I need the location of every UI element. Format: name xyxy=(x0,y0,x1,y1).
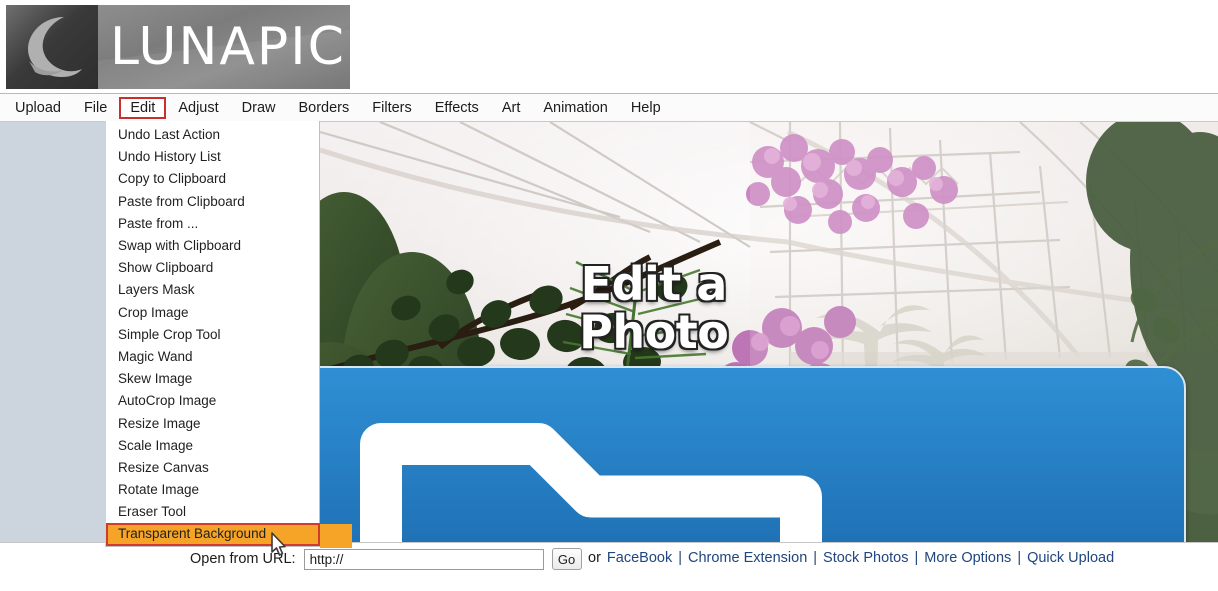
site-header: LUNAPIC xyxy=(0,0,1218,93)
main-menubar: Upload File Edit Adjust Draw Borders Fil… xyxy=(0,93,1218,122)
link-more-options[interactable]: More Options xyxy=(924,550,1011,566)
menu-item-resize-canvas[interactable]: Resize Canvas xyxy=(106,457,319,479)
menu-item-undo-history-list[interactable]: Undo History List xyxy=(106,146,319,168)
folder-icon xyxy=(359,423,822,542)
menu-item-paste-from-clipboard[interactable]: Paste from Clipboard xyxy=(106,191,319,213)
hero-banner: Edit a Photo Upload xyxy=(320,122,1218,542)
menu-item-eraser-tool[interactable]: Eraser Tool xyxy=(106,501,319,523)
menu-item-rotate-image[interactable]: Rotate Image xyxy=(106,479,319,501)
link-separator-2: | xyxy=(813,550,818,566)
menu-filters[interactable]: Filters xyxy=(361,97,422,119)
menu-art[interactable]: Art xyxy=(491,97,532,119)
link-separator-1: | xyxy=(678,550,682,566)
or-label: or xyxy=(588,550,601,566)
menu-item-crop-image[interactable]: Crop Image xyxy=(106,302,319,324)
menu-item-simple-crop-tool[interactable]: Simple Crop Tool xyxy=(106,324,319,346)
logo-text: LUNAPIC xyxy=(110,17,346,77)
menu-help[interactable]: Help xyxy=(620,97,672,119)
menu-item-resize-image[interactable]: Resize Image xyxy=(106,412,319,434)
crescent-moon-icon xyxy=(28,17,82,77)
open-from-url-row: Open from URL: Go xyxy=(190,548,582,570)
menu-item-show-clipboard[interactable]: Show Clipboard xyxy=(106,257,319,279)
url-input[interactable] xyxy=(303,548,544,570)
go-button[interactable]: Go xyxy=(551,548,582,570)
menu-upload[interactable]: Upload xyxy=(4,97,72,119)
menu-effects[interactable]: Effects xyxy=(424,97,490,119)
link-quick-upload[interactable]: Quick Upload xyxy=(1027,550,1114,566)
menu-item-paste-from[interactable]: Paste from ... xyxy=(106,213,319,235)
link-chrome-extension[interactable]: Chrome Extension xyxy=(688,550,807,566)
link-facebook[interactable]: FaceBook xyxy=(607,550,672,566)
link-stock-photos[interactable]: Stock Photos xyxy=(823,550,908,566)
menu-item-layers-mask[interactable]: Layers Mask xyxy=(106,279,319,301)
menu-item-transparent-background[interactable]: Transparent Background xyxy=(106,523,320,546)
menu-animation[interactable]: Animation xyxy=(532,97,618,119)
menu-item-skew-image[interactable]: Skew Image xyxy=(106,368,319,390)
menu-item-autocrop-image[interactable]: AutoCrop Image xyxy=(106,390,319,412)
menu-item-copy-to-clipboard[interactable]: Copy to Clipboard xyxy=(106,168,319,190)
menu-borders[interactable]: Borders xyxy=(287,97,360,119)
menu-highlight-overflow xyxy=(320,524,352,548)
menu-item-magic-wand[interactable]: Magic Wand xyxy=(106,346,319,368)
menu-item-swap-with-clipboard[interactable]: Swap with Clipboard xyxy=(106,235,319,257)
menu-draw[interactable]: Draw xyxy=(231,97,287,119)
site-logo[interactable]: LUNAPIC xyxy=(6,5,350,89)
link-separator-4: | xyxy=(1017,550,1022,566)
upload-button[interactable]: Upload xyxy=(320,366,1186,542)
menu-item-scale-image[interactable]: Scale Image xyxy=(106,435,319,457)
edit-dropdown-menu: Undo Last Action Undo History List Copy … xyxy=(105,121,320,547)
menu-item-undo-last-action[interactable]: Undo Last Action xyxy=(106,124,319,146)
logo-mark xyxy=(6,5,98,89)
menu-file[interactable]: File xyxy=(73,97,118,119)
menu-adjust[interactable]: Adjust xyxy=(167,97,229,119)
logo-wordmark: LUNAPIC xyxy=(98,5,350,89)
lunapic-page: LUNAPIC Upload File Edit Adjust Draw Bor… xyxy=(0,0,1218,591)
bottom-toolbar: Open from URL: Go or FaceBook | Chrome E… xyxy=(0,542,1218,591)
link-separator-3: | xyxy=(914,550,919,566)
menu-edit[interactable]: Edit xyxy=(119,96,167,119)
footer-links: or FaceBook | Chrome Extension | Stock P… xyxy=(588,550,1114,566)
open-from-url-label: Open from URL: xyxy=(190,551,296,567)
